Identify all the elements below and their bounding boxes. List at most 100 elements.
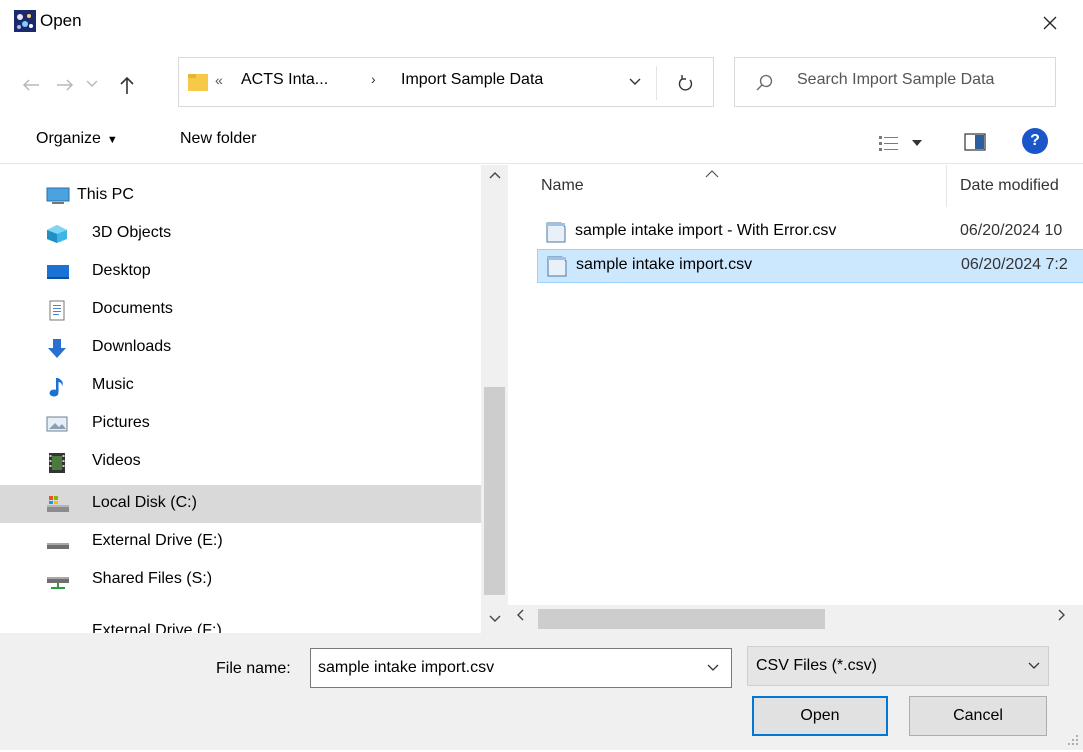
cancel-button[interactable]: Cancel	[909, 696, 1047, 736]
back-button[interactable]	[18, 72, 44, 98]
nav-label: External Drive (E:)	[92, 532, 223, 549]
arrow-left-icon	[22, 79, 39, 91]
app-icon	[14, 10, 36, 32]
scroll-down-arrow-icon[interactable]	[481, 615, 508, 633]
column-divider[interactable]	[946, 165, 947, 207]
breadcrumb-overflow[interactable]: «	[215, 72, 223, 88]
music-icon	[46, 376, 68, 397]
scroll-left-arrow-icon[interactable]	[516, 608, 524, 625]
local-disk-icon	[46, 494, 69, 514]
change-view-button[interactable]	[878, 132, 936, 154]
window-title: Open	[40, 11, 82, 30]
nav-label: Pictures	[92, 414, 150, 431]
up-button[interactable]	[112, 70, 142, 100]
file-name: sample intake import - With Error.csv	[575, 222, 837, 239]
nav-item-external-drive-e[interactable]: External Drive (E:)	[0, 523, 481, 561]
address-bar[interactable]: « ACTS Inta... › Import Sample Data	[178, 57, 714, 107]
scroll-up-arrow-icon[interactable]	[481, 171, 508, 191]
search-icon	[755, 73, 775, 93]
resize-grip-icon[interactable]	[1066, 733, 1080, 747]
pictures-icon	[46, 414, 68, 434]
nav-label: Desktop	[92, 262, 151, 279]
file-type-select[interactable]: CSV Files (*.csv)	[747, 646, 1049, 686]
file-name-input[interactable]: sample intake import.csv	[310, 648, 732, 688]
organize-button[interactable]: Organize ▼	[36, 130, 118, 148]
breadcrumb-segment[interactable]: ACTS Inta...	[241, 71, 328, 89]
search-box[interactable]: Search Import Sample Data	[734, 57, 1056, 107]
column-header-date-modified[interactable]: Date modified	[960, 177, 1059, 195]
nav-label: Documents	[92, 300, 173, 317]
nav-label: Videos	[92, 452, 141, 469]
column-header-name[interactable]: Name	[541, 177, 584, 195]
file-type-dropdown-arrow[interactable]	[1024, 656, 1044, 676]
file-name-dropdown-button[interactable]	[703, 658, 723, 678]
nav-item-3d-objects[interactable]: 3D Objects	[0, 215, 481, 253]
downloads-icon	[46, 338, 68, 358]
nav-item-desktop[interactable]: Desktop	[0, 253, 481, 291]
csv-file-icon	[546, 254, 568, 278]
csv-file-icon	[545, 220, 567, 244]
address-dropdown-button[interactable]	[625, 72, 645, 92]
nav-item-external-drive-f[interactable]: External Drive (F:)	[0, 613, 481, 633]
command-bar: Organize ▼ New folder ?	[0, 118, 1083, 164]
nav-item-this-pc[interactable]: This PC	[0, 177, 481, 215]
scroll-thumb[interactable]	[484, 387, 505, 595]
refresh-button[interactable]	[673, 70, 699, 96]
file-name: sample intake import.csv	[576, 256, 753, 273]
preview-pane-button[interactable]	[962, 130, 988, 154]
nav-label: 3D Objects	[92, 224, 172, 241]
drive-icon	[46, 622, 68, 633]
arrow-up-icon	[120, 76, 134, 94]
computer-icon	[46, 186, 70, 206]
breadcrumb-segment-current[interactable]: Import Sample Data	[401, 71, 543, 89]
forward-button[interactable]	[52, 72, 78, 98]
chevron-down-icon	[707, 664, 719, 671]
file-row-selected[interactable]: sample intake import.csv 06/20/2024 7:2	[537, 249, 1083, 283]
nav-label: Shared Files (S:)	[92, 570, 213, 587]
chevron-down-icon	[629, 78, 641, 85]
nav-item-documents[interactable]: Documents	[0, 291, 481, 329]
nav-item-downloads[interactable]: Downloads	[0, 329, 481, 367]
help-button[interactable]: ?	[1022, 128, 1048, 154]
scroll-thumb[interactable]	[538, 609, 825, 629]
nav-item-local-disk-c[interactable]: Local Disk (C:)	[0, 485, 481, 523]
nav-item-pictures[interactable]: Pictures	[0, 405, 481, 443]
recent-locations-button[interactable]	[84, 74, 100, 94]
file-name-value: sample intake import.csv	[318, 659, 495, 676]
scroll-right-arrow-icon[interactable]	[1058, 608, 1066, 625]
nav-item-music[interactable]: Music	[0, 367, 481, 405]
preview-pane-icon	[964, 133, 986, 151]
file-date: 06/20/2024 7:2	[961, 256, 1068, 273]
nav-label: This PC	[77, 186, 134, 203]
close-button[interactable]	[1030, 4, 1070, 42]
dropdown-arrow-icon	[912, 140, 922, 146]
divider	[656, 66, 657, 100]
title-bar: Open	[0, 0, 1083, 46]
nav-label: Local Disk (C:)	[92, 494, 197, 511]
open-button[interactable]: Open	[752, 696, 888, 736]
file-row[interactable]: sample intake import - With Error.csv 06…	[537, 216, 1083, 248]
file-type-value: CSV Files (*.csv)	[756, 657, 877, 674]
nav-vertical-scrollbar[interactable]	[481, 165, 508, 633]
3d-objects-icon	[46, 224, 68, 244]
new-folder-button[interactable]: New folder	[180, 130, 256, 148]
folder-icon	[187, 71, 209, 93]
bottom-panel: File name: sample intake import.csv CSV …	[0, 633, 1083, 750]
network-drive-icon	[46, 570, 69, 590]
arrow-right-icon	[57, 79, 74, 91]
nav-item-videos[interactable]: Videos	[0, 443, 481, 481]
dropdown-arrow-icon: ▼	[106, 134, 118, 146]
file-horizontal-scrollbar[interactable]	[508, 605, 1083, 633]
breadcrumb-separator[interactable]: ›	[371, 71, 376, 87]
desktop-icon	[46, 262, 69, 282]
organize-label: Organize	[36, 130, 101, 147]
search-input[interactable]: Search Import Sample Data	[797, 71, 994, 89]
file-name-label: File name:	[216, 660, 291, 677]
drive-icon	[46, 532, 69, 552]
documents-icon	[46, 300, 68, 321]
file-list: Name Date modified sample intake import …	[508, 165, 1083, 633]
file-date: 06/20/2024 10	[960, 222, 1063, 239]
chevron-down-icon	[1028, 662, 1040, 669]
nav-item-shared-files-s[interactable]: Shared Files (S:)	[0, 561, 481, 599]
nav-label: External Drive (F:)	[92, 622, 222, 633]
